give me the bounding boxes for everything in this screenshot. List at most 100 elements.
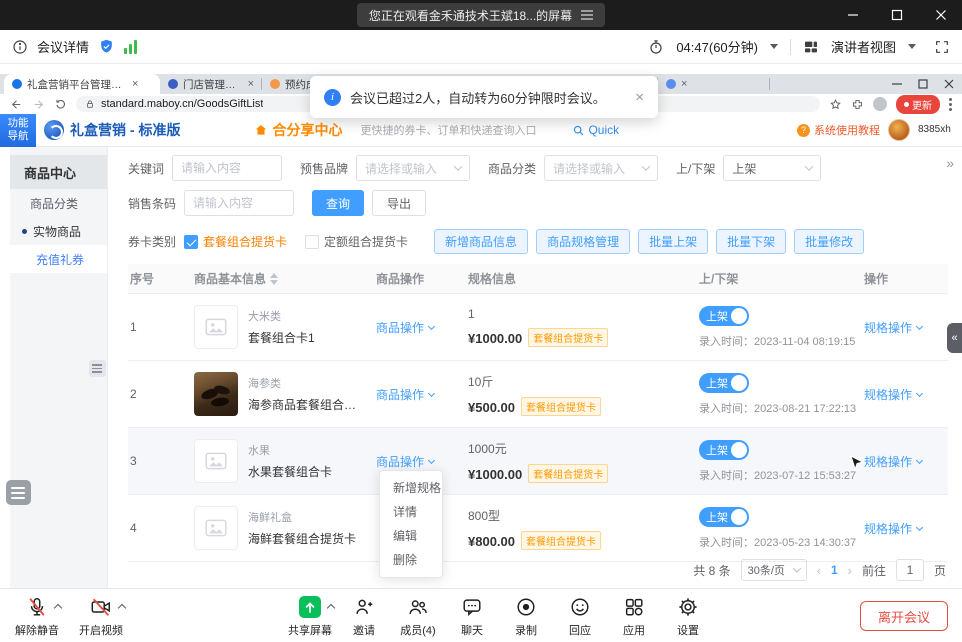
search-button[interactable]: 查询	[312, 190, 364, 216]
start-video-button[interactable]: 开启视频	[74, 595, 128, 638]
browser-tab-store-admin[interactable]: 门店管理中心 ×	[160, 74, 262, 94]
unmute-button[interactable]: 解除静音	[10, 595, 64, 638]
product-op-dropdown[interactable]: 商品操作	[376, 319, 434, 336]
share-screen-button[interactable]: 共享屏幕	[283, 595, 337, 638]
back-icon[interactable]	[10, 98, 23, 111]
sidebar-drag-handle[interactable]	[89, 360, 106, 377]
minimize-icon[interactable]	[842, 4, 864, 26]
meeting-details-link[interactable]: 会议详情	[37, 37, 89, 56]
menu-item-add-spec[interactable]: 新增规格	[380, 476, 442, 500]
browser-menu-icon[interactable]	[949, 98, 952, 111]
browser-tab-hidden-3[interactable]: ×	[658, 74, 770, 94]
right-drawer-handle[interactable]: «	[947, 323, 962, 353]
next-page-icon[interactable]: ›	[848, 563, 852, 578]
forward-icon[interactable]	[32, 98, 45, 111]
sidebar-item-physical-goods[interactable]: 实物商品	[10, 217, 107, 245]
tab-close-icon[interactable]: ×	[248, 79, 254, 90]
tab-close-icon[interactable]: ×	[132, 79, 138, 90]
keyword-input[interactable]	[172, 155, 282, 181]
browser-close-icon[interactable]	[944, 79, 954, 89]
quick-search-link[interactable]: Quick	[572, 123, 619, 137]
bookmark-star-icon[interactable]	[829, 98, 842, 111]
shield-check-icon[interactable]	[98, 38, 115, 55]
add-product-button[interactable]: 新增商品信息	[434, 229, 528, 254]
share-center-link[interactable]: 合分享中心	[254, 120, 342, 140]
browser-window: 礼盒营销平台管理中心 × 门店管理中心 × 预约成功 × ×	[0, 74, 962, 588]
view-mode-selector[interactable]: 演讲者视图	[831, 37, 896, 56]
view-caret-icon[interactable]	[908, 44, 916, 49]
shelf-toggle[interactable]: 上架	[699, 440, 749, 460]
fixed-card-checkbox-label[interactable]: 定额组合提货卡	[324, 233, 408, 250]
shelf-toggle[interactable]: 上架	[699, 507, 749, 527]
product-image-placeholder	[194, 305, 238, 349]
mic-options-caret-icon[interactable]	[54, 604, 62, 612]
share-options-caret-icon[interactable]	[327, 604, 335, 612]
sidebar-item-gift-voucher[interactable]: 充值礼券	[10, 245, 107, 273]
spec-op-dropdown[interactable]: 规格操作	[864, 386, 922, 403]
shelf-toggle[interactable]: 上架	[699, 306, 749, 326]
batch-edit-button[interactable]: 批量修改	[794, 229, 864, 254]
user-avatar[interactable]	[888, 119, 910, 141]
shelf-toggle[interactable]: 上架	[699, 373, 749, 393]
chat-button[interactable]: 聊天	[445, 595, 499, 638]
header-product-info[interactable]: 商品基本信息	[186, 270, 366, 287]
fixed-card-checkbox[interactable]	[305, 235, 319, 249]
settings-button[interactable]: 设置	[661, 595, 715, 638]
batch-on-shelf-button[interactable]: 批量上架	[638, 229, 708, 254]
page-size-select[interactable]: 30条/页	[741, 559, 807, 581]
category-select[interactable]: 请选择或输入	[544, 155, 658, 181]
record-button[interactable]: 录制	[499, 595, 553, 638]
spec-op-dropdown[interactable]: 规格操作	[864, 319, 922, 336]
product-op-dropdown[interactable]: 商品操作	[376, 386, 434, 403]
floating-list-widget[interactable]	[6, 480, 31, 505]
product-op-dropdown[interactable]: 商品操作	[376, 453, 434, 470]
collapse-panel-icon[interactable]: »	[946, 155, 954, 171]
function-nav-button[interactable]: 功能导航	[0, 114, 36, 147]
browser-maximize-icon[interactable]	[918, 79, 928, 89]
video-options-caret-icon[interactable]	[118, 604, 126, 612]
invite-button[interactable]: 邀请	[337, 595, 391, 638]
tutorial-link[interactable]: ? 系统使用教程	[797, 122, 880, 138]
network-signal-icon[interactable]	[124, 40, 137, 54]
sidebar-section-product-center[interactable]: 商品中心	[10, 155, 107, 189]
spec-manage-button[interactable]: 商品规格管理	[536, 229, 630, 254]
prev-page-icon[interactable]: ‹	[817, 563, 821, 578]
menu-item-detail[interactable]: 详情	[380, 500, 442, 524]
username-text[interactable]: 8385xh	[918, 124, 954, 136]
timer-caret-icon[interactable]	[770, 44, 778, 49]
combo-card-checkbox[interactable]	[184, 235, 198, 249]
brand-select[interactable]: 请选择或输入	[356, 155, 470, 181]
spec-op-dropdown[interactable]: 规格操作	[864, 453, 922, 470]
react-button[interactable]: 回应	[553, 595, 607, 638]
close-icon[interactable]	[930, 4, 952, 26]
export-button[interactable]: 导出	[372, 190, 426, 216]
leave-meeting-button[interactable]: 离开会议	[860, 601, 948, 631]
menu-item-delete[interactable]: 删除	[380, 548, 442, 572]
sort-icon[interactable]	[270, 273, 278, 285]
fullscreen-icon[interactable]	[934, 39, 950, 55]
app-brand-text: 礼盒营销 - 标准版	[70, 120, 180, 140]
browser-tab-gift-admin[interactable]: 礼盒营销平台管理中心 ×	[4, 74, 160, 94]
tab-close-icon[interactable]: ×	[681, 79, 687, 90]
barcode-input[interactable]	[184, 190, 294, 216]
members-button[interactable]: 成员(4)	[391, 595, 445, 638]
menu-item-edit[interactable]: 编辑	[380, 524, 442, 548]
extensions-icon[interactable]	[851, 98, 864, 111]
batch-off-shelf-button[interactable]: 批量下架	[716, 229, 786, 254]
goto-page-input[interactable]	[896, 559, 924, 581]
browser-minimize-icon[interactable]	[892, 79, 902, 89]
apps-button[interactable]: 应用	[607, 595, 661, 638]
banner-menu-icon[interactable]	[581, 10, 593, 20]
table-row: 3 水果 水果套餐组合卡 商品操作	[128, 428, 948, 495]
maximize-icon[interactable]	[886, 4, 908, 26]
tab-favicon	[270, 79, 280, 89]
toast-close-icon[interactable]: ×	[635, 90, 644, 105]
combo-card-checkbox-label[interactable]: 套餐组合提货卡	[203, 233, 287, 250]
sidebar-item-product-category[interactable]: 商品分类	[10, 189, 107, 217]
spec-op-dropdown[interactable]: 规格操作	[864, 520, 922, 537]
refresh-icon[interactable]	[54, 98, 67, 111]
shelf-select[interactable]: 上架	[723, 155, 821, 181]
current-page[interactable]: 1	[831, 563, 838, 577]
browser-update-button[interactable]: 更新	[896, 95, 940, 114]
browser-profile-avatar[interactable]	[873, 97, 887, 111]
